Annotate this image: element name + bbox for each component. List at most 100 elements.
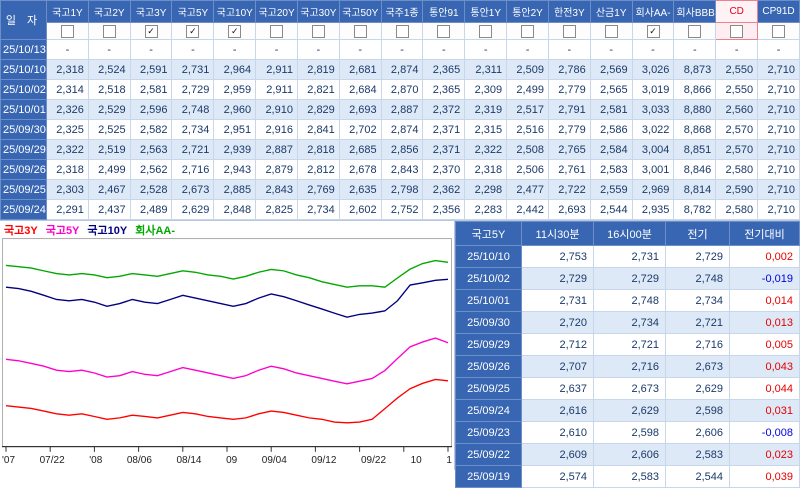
yield-cell: 2,291 <box>47 200 89 220</box>
checkbox-icon[interactable] <box>605 25 618 38</box>
checkbox-icon[interactable] <box>688 25 701 38</box>
checkbox-icon[interactable] <box>61 25 74 38</box>
checkbox-icon[interactable] <box>521 25 534 38</box>
column-checkbox-0[interactable] <box>47 23 89 40</box>
column-header-14[interactable]: 회사AA- <box>632 1 674 23</box>
column-checkbox-13[interactable] <box>590 23 632 40</box>
column-header-4[interactable]: 국고10Y <box>214 1 256 23</box>
chart-plot-area <box>2 238 452 455</box>
column-header-6[interactable]: 국고30Y <box>297 1 339 23</box>
column-header-9[interactable]: 통안91 <box>423 1 465 23</box>
yield-cell: 2,356 <box>423 200 465 220</box>
yield-cell: 2,874 <box>381 120 423 140</box>
yield-table-grid: 일 자국고1Y국고2Y국고3Y국고5Y국고10Y국고20Y국고30Y국고50Y국… <box>0 0 800 220</box>
intraday-row-date: 25/09/24 <box>456 400 522 422</box>
column-checkbox-9[interactable] <box>423 23 465 40</box>
checkbox-icon[interactable]: ✓ <box>145 25 158 38</box>
yield-cell: 2,437 <box>88 200 130 220</box>
column-header-12[interactable]: 한전3Y <box>548 1 590 23</box>
value-change: 0,014 <box>730 290 800 312</box>
value-prev: 2,729 <box>666 246 730 268</box>
yield-cell: 3,026 <box>632 60 674 80</box>
yield-cell: 2,721 <box>172 140 214 160</box>
checkbox-icon[interactable] <box>354 25 367 38</box>
column-checkbox-14[interactable]: ✓ <box>632 23 674 40</box>
yield-cell: 2,678 <box>339 160 381 180</box>
yield-cell: 2,586 <box>590 120 632 140</box>
intraday-row-date: 25/10/01 <box>456 290 522 312</box>
checkbox-icon[interactable]: ✓ <box>647 25 660 38</box>
column-checkbox-16[interactable] <box>716 23 758 40</box>
column-header-13[interactable]: 산금1Y <box>590 1 632 23</box>
yield-cell: 2,786 <box>548 60 590 80</box>
intraday-row: 25/09/262,7072,7162,6730,043 <box>456 356 800 378</box>
intraday-row-date: 25/09/23 <box>456 422 522 444</box>
yield-cell: 2,311 <box>465 60 507 80</box>
row-date: 25/10/01 <box>1 100 47 120</box>
yield-history-table: 일 자국고1Y국고2Y국고3Y국고5Y국고10Y국고20Y국고30Y국고50Y국… <box>0 0 800 220</box>
intraday-row-date: 25/10/10 <box>456 246 522 268</box>
x-axis-label: 09/22 <box>361 455 386 470</box>
checkbox-icon[interactable] <box>563 25 576 38</box>
yield-cell: 3,033 <box>632 100 674 120</box>
checkbox-icon[interactable] <box>479 25 492 38</box>
x-axis-label: 09 <box>226 455 237 470</box>
checkbox-icon[interactable] <box>772 25 785 38</box>
column-header-17[interactable]: CP91D <box>758 1 800 23</box>
yield-cell: 2,584 <box>590 140 632 160</box>
column-checkbox-2[interactable]: ✓ <box>130 23 172 40</box>
column-checkbox-12[interactable] <box>548 23 590 40</box>
checkbox-icon[interactable] <box>312 25 325 38</box>
column-header-11[interactable]: 통안2Y <box>507 1 549 23</box>
intraday-row-date: 25/09/26 <box>456 356 522 378</box>
column-checkbox-8[interactable] <box>381 23 423 40</box>
yield-cell: 2,298 <box>465 180 507 200</box>
checkbox-icon[interactable]: ✓ <box>228 25 241 38</box>
column-checkbox-15[interactable] <box>674 23 716 40</box>
column-checkbox-10[interactable] <box>465 23 507 40</box>
column-header-3[interactable]: 국고5Y <box>172 1 214 23</box>
yield-cell: 2,303 <box>47 180 89 200</box>
yield-cell: 2,685 <box>339 140 381 160</box>
column-checkbox-1[interactable] <box>88 23 130 40</box>
column-checkbox-5[interactable] <box>256 23 298 40</box>
checkbox-icon[interactable]: ✓ <box>186 25 199 38</box>
intraday-row: 25/09/222,6092,6062,5830,023 <box>456 444 800 466</box>
column-header-2[interactable]: 국고3Y <box>130 1 172 23</box>
yield-cell: 2,752 <box>381 200 423 220</box>
column-checkbox-3[interactable]: ✓ <box>172 23 214 40</box>
column-header-16[interactable]: CD <box>716 1 758 23</box>
yield-cell: 2,362 <box>423 180 465 200</box>
checkbox-icon[interactable] <box>270 25 283 38</box>
column-header-0[interactable]: 국고1Y <box>47 1 89 23</box>
column-header-8[interactable]: 국주1종 <box>381 1 423 23</box>
intraday-row-date: 25/09/22 <box>456 444 522 466</box>
yield-cell: - <box>716 40 758 60</box>
yield-cell: 2,283 <box>465 200 507 220</box>
x-axis-label: 07/22 <box>40 455 65 470</box>
yield-cell: 2,506 <box>507 160 549 180</box>
yield-chart-panel: 국고3Y국고5Y국고10Y회사AA- '0707/22'0808/0608/14… <box>0 221 455 470</box>
column-checkbox-6[interactable] <box>297 23 339 40</box>
column-header-5[interactable]: 국고20Y <box>256 1 298 23</box>
intraday-row: 25/10/102,7532,7312,7290,002 <box>456 246 800 268</box>
legend-item: 국고5Y <box>46 222 80 238</box>
column-checkbox-17[interactable] <box>758 23 800 40</box>
value-1130: 2,637 <box>522 378 594 400</box>
column-checkbox-4[interactable]: ✓ <box>214 23 256 40</box>
column-header-10[interactable]: 통안1Y <box>465 1 507 23</box>
checkbox-icon[interactable] <box>437 25 450 38</box>
value-prev: 2,598 <box>666 400 730 422</box>
column-header-7[interactable]: 국고50Y <box>339 1 381 23</box>
yield-cell: 2,710 <box>758 120 800 140</box>
checkbox-icon[interactable] <box>730 25 743 38</box>
checkbox-icon[interactable] <box>103 25 116 38</box>
yield-cell: 2,885 <box>214 180 256 200</box>
column-header-15[interactable]: 회사BBB- <box>674 1 716 23</box>
column-checkbox-7[interactable] <box>339 23 381 40</box>
yield-cell: 2,563 <box>130 140 172 160</box>
checkbox-icon[interactable] <box>396 25 409 38</box>
yield-cell: 2,779 <box>548 80 590 100</box>
column-header-1[interactable]: 국고2Y <box>88 1 130 23</box>
column-checkbox-11[interactable] <box>507 23 549 40</box>
